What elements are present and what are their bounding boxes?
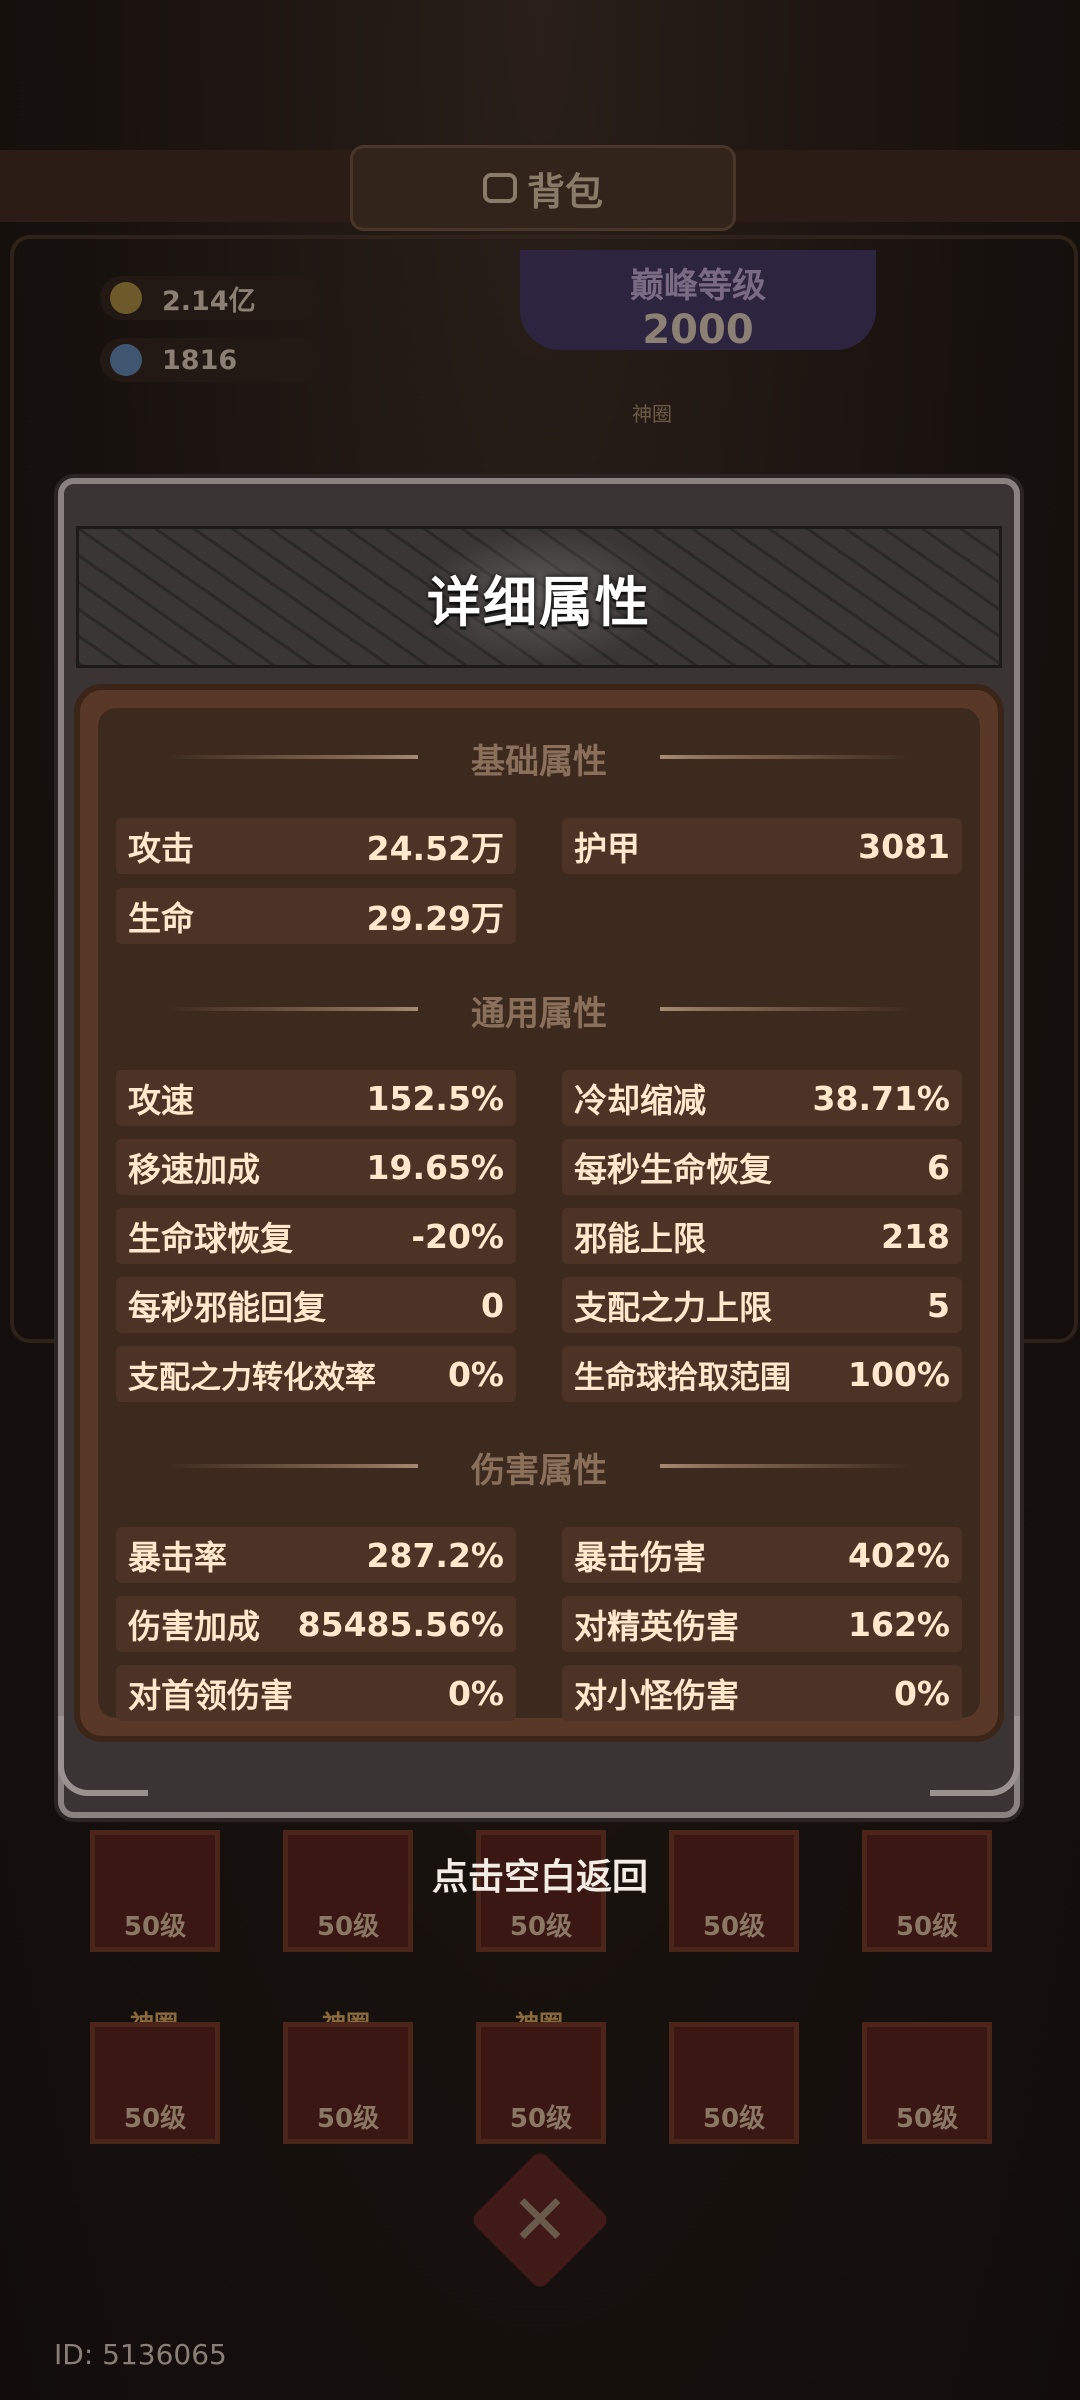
corner-ornament bbox=[58, 1716, 148, 1796]
stat-move-speed: 移速加成 19.65% bbox=[116, 1139, 516, 1195]
stat-dominion-efficiency: 支配之力转化效率 0% bbox=[116, 1346, 516, 1402]
stat-health: 生命 29.29万 bbox=[116, 888, 516, 944]
stat-fel-regen: 每秒邪能回复 0 bbox=[116, 1277, 516, 1333]
stat-attack: 攻击 24.52万 bbox=[116, 818, 516, 874]
stat-crit-damage: 暴击伤害 402% bbox=[562, 1527, 962, 1583]
peak-level-value: 2000 bbox=[642, 307, 754, 353]
inventory-slot[interactable]: 50级 bbox=[476, 2022, 606, 2144]
bag-title: 背包 bbox=[526, 169, 603, 214]
inventory-slot[interactable]: 50级 bbox=[862, 2022, 992, 2144]
gold-coin-icon bbox=[110, 282, 142, 314]
stat-orb-recovery: 生命球恢复 -20% bbox=[116, 1208, 516, 1264]
tap-blank-to-return[interactable]: 点击空白返回 bbox=[0, 1848, 1080, 1900]
stat-minion-damage: 对小怪伤害 0% bbox=[562, 1665, 962, 1721]
player-id: ID: 5136065 bbox=[54, 2338, 227, 2371]
stat-crit-rate: 暴击率 287.2% bbox=[116, 1527, 516, 1583]
section-title-common: 通用属性 bbox=[471, 994, 607, 1034]
gem-icon bbox=[110, 344, 142, 376]
gold-currency: 2.14亿 bbox=[100, 276, 320, 320]
modal-header: 详细属性 bbox=[76, 526, 1002, 668]
gem-currency: 1816 bbox=[100, 338, 320, 382]
peak-level-plate: 巅峰等级 2000 bbox=[520, 250, 876, 353]
stat-attack-speed: 攻速 152.5% bbox=[116, 1070, 516, 1126]
close-icon: ✕ bbox=[510, 2179, 570, 2261]
stat-elite-damage: 对精英伤害 162% bbox=[562, 1596, 962, 1652]
stat-hp-regen: 每秒生命恢复 6 bbox=[562, 1139, 962, 1195]
bag-title-plate: 背包 bbox=[350, 145, 736, 231]
lock-tag: 神圈 bbox=[632, 402, 672, 426]
inventory-slot[interactable]: 50级 bbox=[283, 2022, 413, 2144]
corner-ornament bbox=[930, 1716, 1020, 1796]
detail-attributes-modal: 详细属性 基础属性 攻击 24.52万 护甲 3081 生命 29.29万 通用… bbox=[58, 478, 1020, 1818]
stat-dominion-max: 支配之力上限 5 bbox=[562, 1277, 962, 1333]
peak-level-label: 巅峰等级 bbox=[630, 266, 766, 306]
stat-armor: 护甲 3081 bbox=[562, 818, 962, 874]
stat-orb-pickup-range: 生命球拾取范围 100% bbox=[562, 1346, 962, 1402]
modal-title: 详细属性 bbox=[427, 570, 651, 634]
gold-amount: 2.14亿 bbox=[162, 285, 256, 317]
stat-boss-damage: 对首领伤害 0% bbox=[116, 1665, 516, 1721]
inventory-slot[interactable]: 50级 bbox=[90, 2022, 220, 2144]
bag-icon bbox=[482, 173, 517, 203]
stat-fel-max: 邪能上限 218 bbox=[562, 1208, 962, 1264]
section-title-basic: 基础属性 bbox=[471, 742, 607, 782]
gem-amount: 1816 bbox=[162, 344, 238, 376]
inventory-slot[interactable]: 50级 bbox=[669, 2022, 799, 2144]
stat-damage-bonus: 伤害加成 85485.56% bbox=[116, 1596, 516, 1652]
stat-cooldown-reduction: 冷却缩减 38.71% bbox=[562, 1070, 962, 1126]
section-title-damage: 伤害属性 bbox=[471, 1451, 607, 1491]
